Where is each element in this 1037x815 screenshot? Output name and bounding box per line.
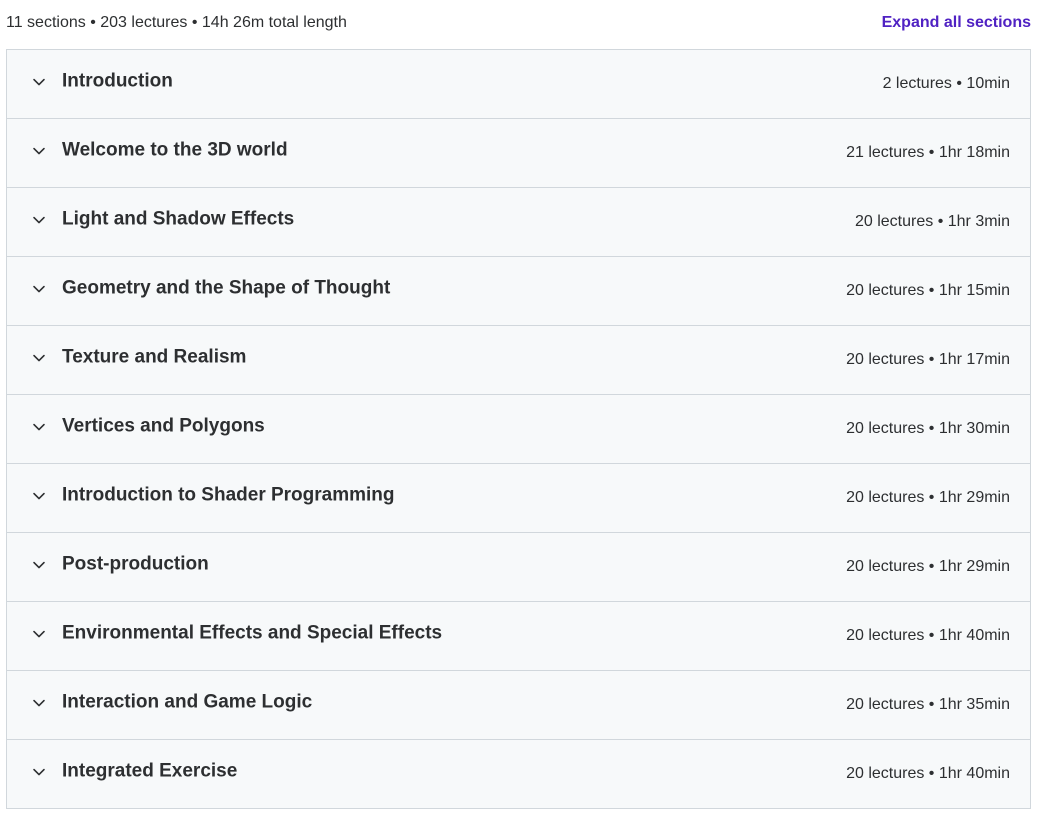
section-title: Geometry and the Shape of Thought (62, 277, 391, 299)
section-title: Vertices and Polygons (62, 415, 265, 437)
section-meta: 20 lectures • 1hr 40min (846, 765, 1010, 782)
section-title: Interaction and Game Logic (62, 691, 313, 713)
section-title: Post-production (62, 553, 209, 575)
section-meta: 21 lectures • 1hr 18min (846, 144, 1010, 161)
chevron-down-icon (31, 764, 47, 780)
section-meta: 20 lectures • 1hr 17min (846, 351, 1010, 368)
chevron-down-icon (31, 419, 47, 435)
section-panel[interactable]: Post-production 20 lectures • 1hr 29min (7, 533, 1030, 602)
curriculum-summary-bar: 11 sections • 203 lectures • 14h 26m tot… (6, 0, 1031, 48)
section-panel[interactable]: Light and Shadow Effects 20 lectures • 1… (7, 188, 1030, 257)
chevron-down-icon (31, 488, 47, 504)
section-title: Environmental Effects and Special Effect… (62, 622, 443, 644)
chevron-down-icon (31, 143, 47, 159)
chevron-down-icon (31, 212, 47, 228)
section-meta: 20 lectures • 1hr 29min (846, 489, 1010, 506)
section-title: Welcome to the 3D world (62, 139, 288, 161)
section-panel[interactable]: Environmental Effects and Special Effect… (7, 602, 1030, 671)
section-panel[interactable]: Introduction 2 lectures • 10min (7, 50, 1030, 119)
section-meta: 20 lectures • 1hr 35min (846, 696, 1010, 713)
section-panel[interactable]: Texture and Realism 20 lectures • 1hr 17… (7, 326, 1030, 395)
section-meta: 20 lectures • 1hr 40min (846, 627, 1010, 644)
chevron-down-icon (31, 281, 47, 297)
section-title: Introduction to Shader Programming (62, 484, 395, 506)
section-panel[interactable]: Welcome to the 3D world 21 lectures • 1h… (7, 119, 1030, 188)
section-list: Introduction 2 lectures • 10min Welcome … (6, 49, 1031, 809)
section-meta: 20 lectures • 1hr 29min (846, 558, 1010, 575)
section-meta: 20 lectures • 1hr 15min (846, 282, 1010, 299)
chevron-down-icon (31, 74, 47, 90)
chevron-down-icon (31, 695, 47, 711)
section-title: Light and Shadow Effects (62, 208, 295, 230)
chevron-down-icon (31, 626, 47, 642)
section-panel[interactable]: Geometry and the Shape of Thought 20 lec… (7, 257, 1030, 326)
expand-all-sections-button[interactable]: Expand all sections (882, 14, 1031, 32)
section-panel[interactable]: Integrated Exercise 20 lectures • 1hr 40… (7, 740, 1030, 809)
curriculum-summary: 11 sections • 203 lectures • 14h 26m tot… (6, 14, 347, 31)
section-meta: 20 lectures • 1hr 3min (854, 213, 1010, 230)
section-title: Texture and Realism (62, 346, 247, 368)
section-panel[interactable]: Vertices and Polygons 20 lectures • 1hr … (7, 395, 1030, 464)
section-panel[interactable]: Interaction and Game Logic 20 lectures •… (7, 671, 1030, 740)
chevron-down-icon (31, 557, 47, 573)
section-meta: 20 lectures • 1hr 30min (846, 420, 1010, 437)
section-panel[interactable]: Introduction to Shader Programming 20 le… (7, 464, 1030, 533)
section-title: Introduction (62, 70, 173, 92)
section-meta: 2 lectures • 10min (882, 75, 1010, 92)
chevron-down-icon (31, 350, 47, 366)
section-title: Integrated Exercise (62, 760, 238, 782)
course-curriculum: 11 sections • 203 lectures • 14h 26m tot… (0, 0, 1037, 815)
